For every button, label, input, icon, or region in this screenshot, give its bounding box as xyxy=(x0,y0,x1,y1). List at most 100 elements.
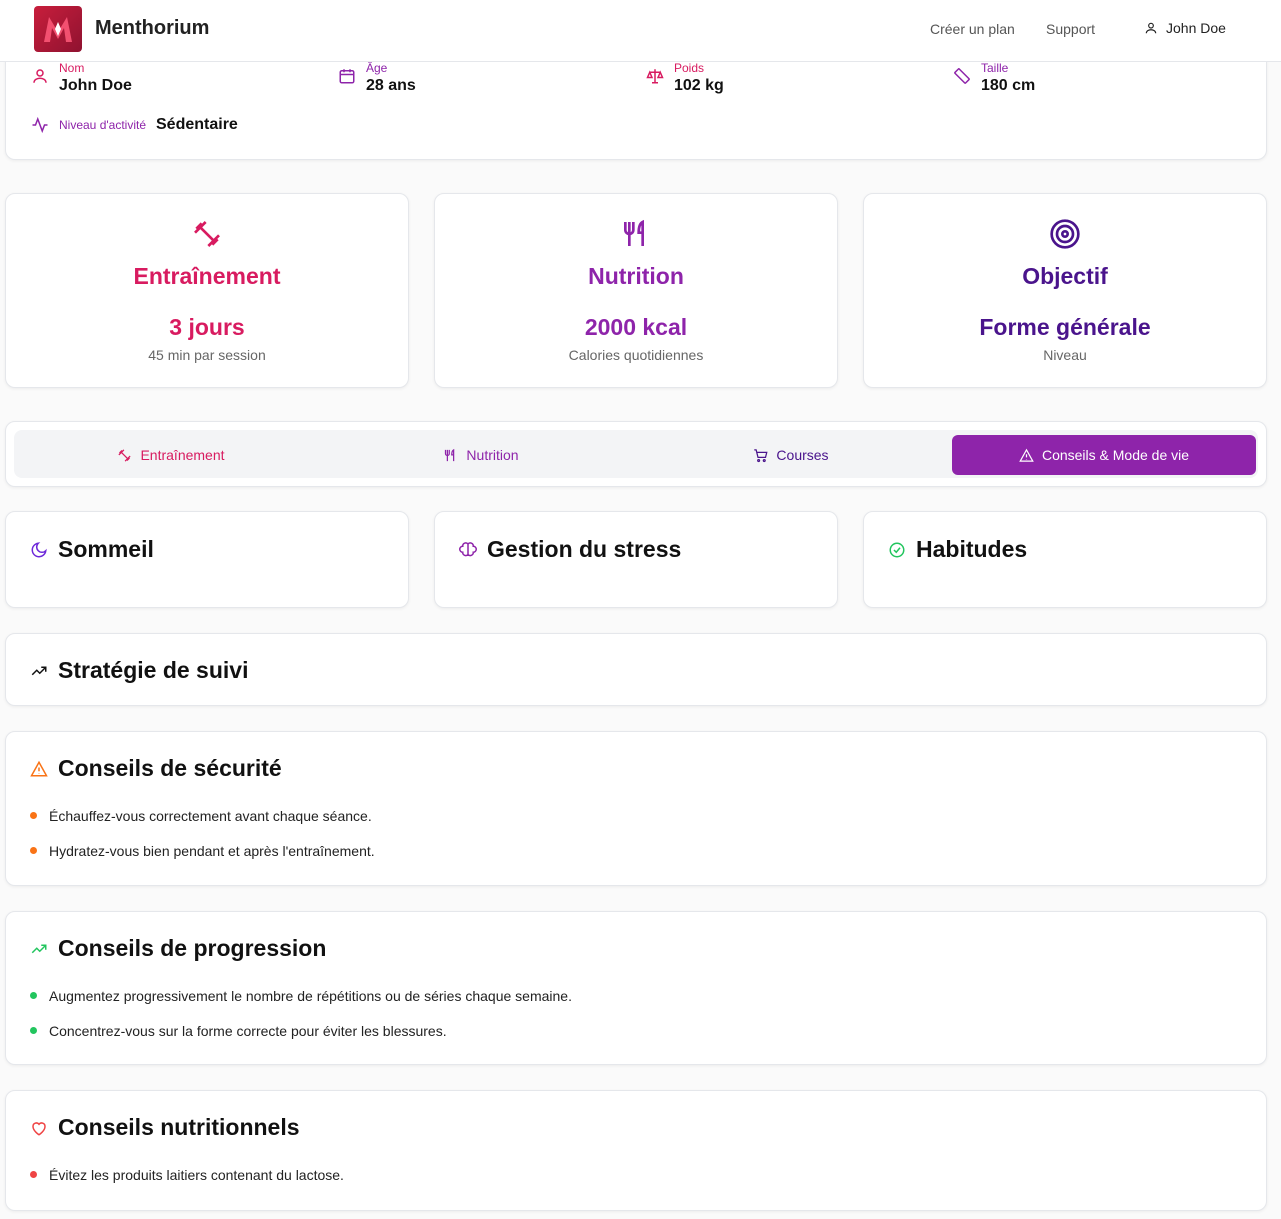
nutrition-value: 2000 kcal xyxy=(584,314,688,340)
sleep-heading: Sommeil xyxy=(30,536,154,563)
tab-training-label: Entraînement xyxy=(140,447,225,463)
tab-list: Entraînement Nutrition Courses Conseils … xyxy=(14,430,1258,478)
calendar-icon xyxy=(339,69,355,84)
bullet-dot xyxy=(30,812,37,819)
profile-name-value: John Doe xyxy=(59,77,132,94)
bullet-dot xyxy=(30,847,37,854)
profile-age-label: Âge xyxy=(366,61,388,75)
user-icon xyxy=(33,69,47,83)
goal-value: Forme générale xyxy=(979,314,1151,340)
check-circle-icon xyxy=(889,542,905,557)
profile-age-field: Âge 28 ans xyxy=(338,61,416,95)
progression-list: Augmentez progressivement le nombre de r… xyxy=(30,978,572,1048)
progression-heading: Conseils de progression xyxy=(30,935,326,962)
profile-weight-label: Poids xyxy=(674,61,705,75)
tracking-strategy-card: Stratégie de suivi xyxy=(5,633,1267,706)
user-menu[interactable]: John Doe xyxy=(1144,20,1226,36)
stress-card: Gestion du stress xyxy=(434,511,838,608)
stress-title: Gestion du stress xyxy=(487,536,682,562)
tracking-title: Stratégie de suivi xyxy=(58,657,249,683)
heart-icon xyxy=(32,1121,46,1136)
bullet-dot xyxy=(30,1027,37,1034)
nutrition-tip-text: Évitez les produits laitiers contenant d… xyxy=(49,1166,344,1183)
profile-height-label: Taille xyxy=(981,61,1009,75)
brand-logo[interactable] xyxy=(34,6,82,52)
sleep-card: Sommeil xyxy=(5,511,409,608)
profile-activity-value: Sédentaire xyxy=(156,116,238,133)
progression-tip-text: Augmentez progressivement le nombre de r… xyxy=(49,987,572,1004)
profile-name-label: Nom xyxy=(59,61,85,75)
nutrition-tips-heading: Conseils nutritionnels xyxy=(30,1114,300,1141)
nutrition-tips-list: Évitez les produits laitiers contenant d… xyxy=(30,1157,344,1192)
trending-up-icon xyxy=(31,944,47,953)
list-item: Hydratez-vous bien pendant et après l'en… xyxy=(30,833,375,868)
safety-title: Conseils de sécurité xyxy=(58,755,282,781)
training-summary-card: Entraînement 3 jours 45 min par session xyxy=(5,193,409,388)
utensils-icon xyxy=(624,219,644,246)
dumbbell-icon xyxy=(118,448,132,462)
goal-title: Objectif xyxy=(1022,263,1108,289)
training-value: 3 jours xyxy=(169,314,245,340)
user-icon xyxy=(1145,22,1157,34)
scale-icon xyxy=(646,69,664,84)
tracking-heading: Stratégie de suivi xyxy=(30,657,248,684)
profile-name-field: Nom John Doe xyxy=(31,61,132,95)
habits-title: Habitudes xyxy=(916,536,1028,562)
dumbbell-icon xyxy=(194,221,220,247)
user-name: John Doe xyxy=(1166,20,1226,36)
training-title: Entraînement xyxy=(133,263,281,289)
utensils-icon xyxy=(445,448,455,461)
goal-summary-card: Objectif Forme générale Niveau xyxy=(863,193,1267,388)
tab-lifestyle-tips-label: Conseils & Mode de vie xyxy=(1041,447,1190,463)
sleep-title: Sommeil xyxy=(58,536,154,562)
habits-heading: Habitudes xyxy=(888,536,1027,563)
plan-tabs: Entraînement Nutrition Courses Conseils … xyxy=(5,421,1267,487)
top-navigation-bar: Menthorium Créer un plan Support John Do… xyxy=(0,0,1281,62)
bullet-dot xyxy=(30,1171,37,1178)
safety-tips-card: Conseils de sécurité Échauffez-vous corr… xyxy=(5,731,1267,886)
brain-icon xyxy=(459,541,477,556)
tab-training[interactable]: Entraînement xyxy=(19,435,323,475)
tab-lifestyle-tips[interactable]: Conseils & Mode de vie xyxy=(952,435,1256,475)
profile-weight-value: 102 kg xyxy=(674,77,724,94)
nutrition-title: Nutrition xyxy=(588,263,684,289)
list-item: Augmentez progressivement le nombre de r… xyxy=(30,978,572,1013)
goal-subtitle: Niveau xyxy=(1043,347,1087,363)
progression-tip-text: Concentrez-vous sur la forme correcte po… xyxy=(49,1022,447,1039)
safety-heading: Conseils de sécurité xyxy=(30,755,282,782)
nutrition-tips-card: Conseils nutritionnels Évitez les produi… xyxy=(5,1090,1267,1211)
nav-support-link[interactable]: Support xyxy=(1046,21,1095,37)
nutrition-subtitle: Calories quotidiennes xyxy=(568,347,704,363)
tab-shopping[interactable]: Courses xyxy=(639,435,943,475)
safety-tip-text: Échauffez-vous correctement avant chaque… xyxy=(49,807,372,824)
cart-icon xyxy=(754,448,768,462)
nutrition-tips-title: Conseils nutritionnels xyxy=(58,1114,300,1140)
warning-icon xyxy=(30,760,48,776)
habits-card: Habitudes xyxy=(863,511,1267,608)
activity-icon xyxy=(32,116,48,134)
safety-tip-text: Hydratez-vous bien pendant et après l'en… xyxy=(49,842,375,859)
target-icon xyxy=(1050,219,1080,249)
list-item: Évitez les produits laitiers contenant d… xyxy=(30,1157,344,1192)
trending-up-icon xyxy=(31,666,47,675)
bullet-dot xyxy=(30,992,37,999)
tab-nutrition[interactable]: Nutrition xyxy=(329,435,633,475)
nutrition-summary-card: Nutrition 2000 kcal Calories quotidienne… xyxy=(434,193,838,388)
tab-nutrition-label: Nutrition xyxy=(466,447,519,463)
list-item: Concentrez-vous sur la forme correcte po… xyxy=(30,1013,572,1048)
warning-icon xyxy=(1019,448,1034,462)
safety-list: Échauffez-vous correctement avant chaque… xyxy=(30,798,375,868)
profile-height-field: Taille 180 cm xyxy=(953,61,1035,95)
moon-icon xyxy=(31,541,47,557)
progression-tips-card: Conseils de progression Augmentez progre… xyxy=(5,911,1267,1065)
progression-title: Conseils de progression xyxy=(58,935,327,961)
list-item: Échauffez-vous correctement avant chaque… xyxy=(30,798,375,833)
training-subtitle: 45 min par session xyxy=(148,347,266,363)
nav-create-plan-link[interactable]: Créer un plan xyxy=(930,21,1015,37)
stress-heading: Gestion du stress xyxy=(459,536,681,563)
profile-weight-field: Poids 102 kg xyxy=(646,61,724,95)
profile-activity-field: Niveau d'activité Sédentaire xyxy=(31,116,238,134)
brand-name[interactable]: Menthorium xyxy=(95,17,209,40)
profile-age-value: 28 ans xyxy=(366,77,416,94)
profile-height-value: 180 cm xyxy=(981,77,1036,94)
